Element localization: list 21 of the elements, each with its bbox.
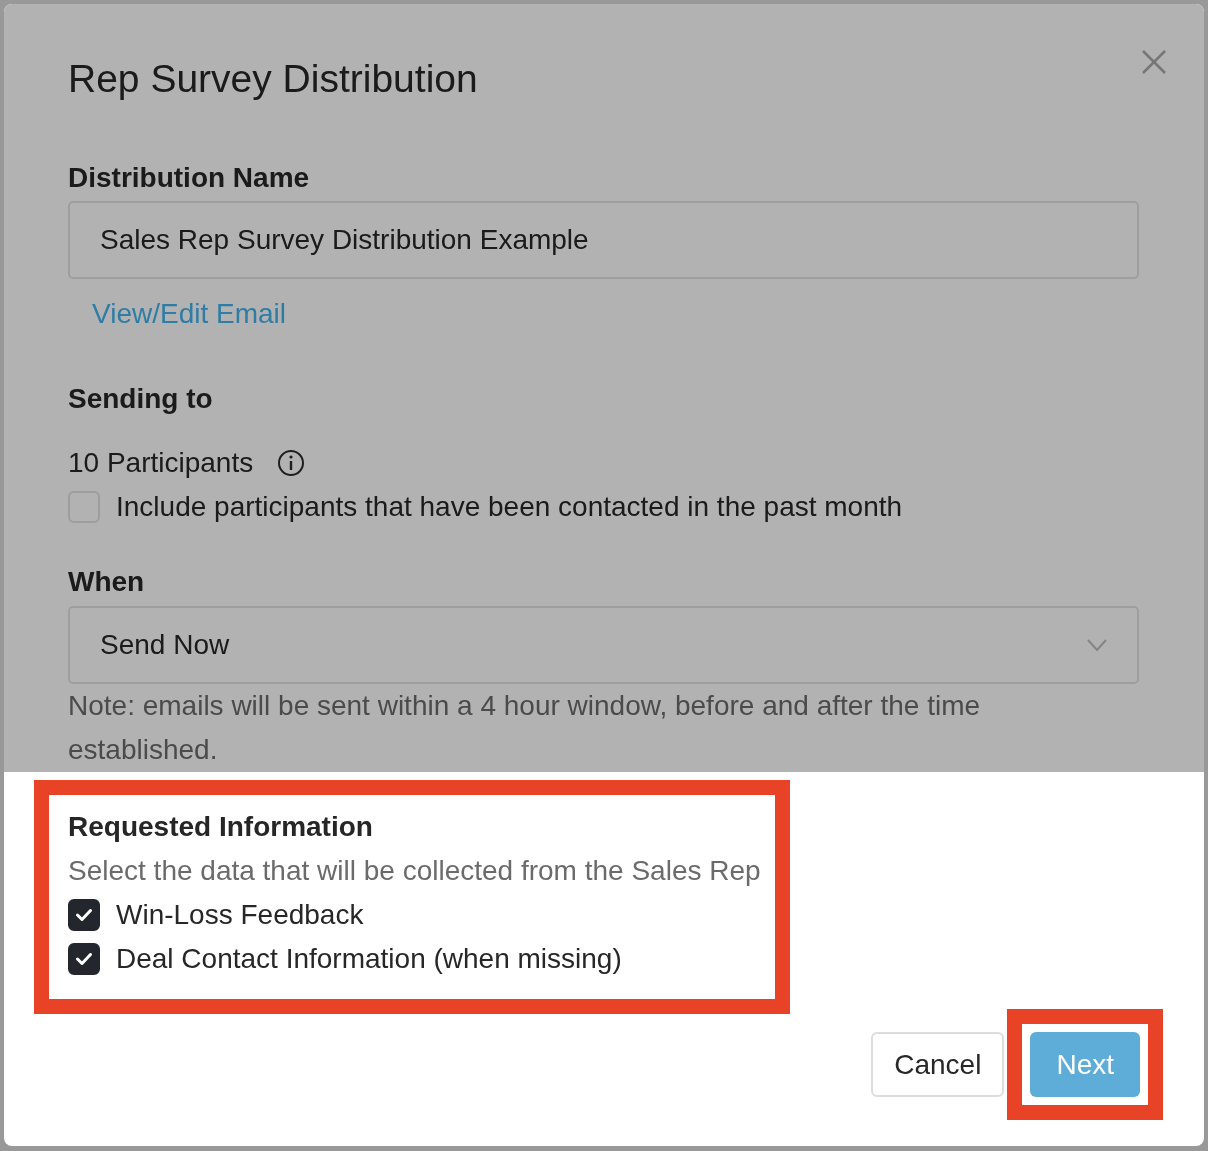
checkbox[interactable] bbox=[68, 943, 100, 975]
checkbox-label: Win-Loss Feedback bbox=[116, 898, 364, 932]
checkbox[interactable] bbox=[68, 899, 100, 931]
participants-count: 10 Participants bbox=[68, 446, 254, 480]
field-label: Sending to bbox=[68, 382, 214, 416]
section-description: Select the data that will be collected from the Sales Rep bbox=[68, 854, 761, 888]
chevron-down-icon bbox=[1087, 639, 1107, 651]
cancel-button[interactable]: Cancel bbox=[871, 1032, 1005, 1097]
dropdown-field[interactable]: Send Now bbox=[68, 606, 1139, 684]
checkbox-label: Deal Contact Information (when missing) bbox=[116, 942, 622, 976]
field-label: When bbox=[68, 565, 146, 599]
note-text: Note: emails will be sent within a 4 hour window, before and after the time established. bbox=[68, 689, 982, 767]
section-title: Requested Information bbox=[68, 810, 374, 844]
field-label: Distribution Name bbox=[68, 161, 311, 195]
text-input[interactable]: Sales Rep Survey Distribution Example bbox=[68, 201, 1139, 279]
checkmark-icon bbox=[76, 909, 92, 921]
info-icon[interactable] bbox=[278, 450, 305, 476]
checkbox-label: Include participants that have been contacted in the past month bbox=[116, 490, 903, 524]
checkmark-icon bbox=[76, 953, 92, 965]
dialog-title: Rep Survey Distribution bbox=[68, 56, 478, 102]
close-icon bbox=[1142, 50, 1166, 74]
